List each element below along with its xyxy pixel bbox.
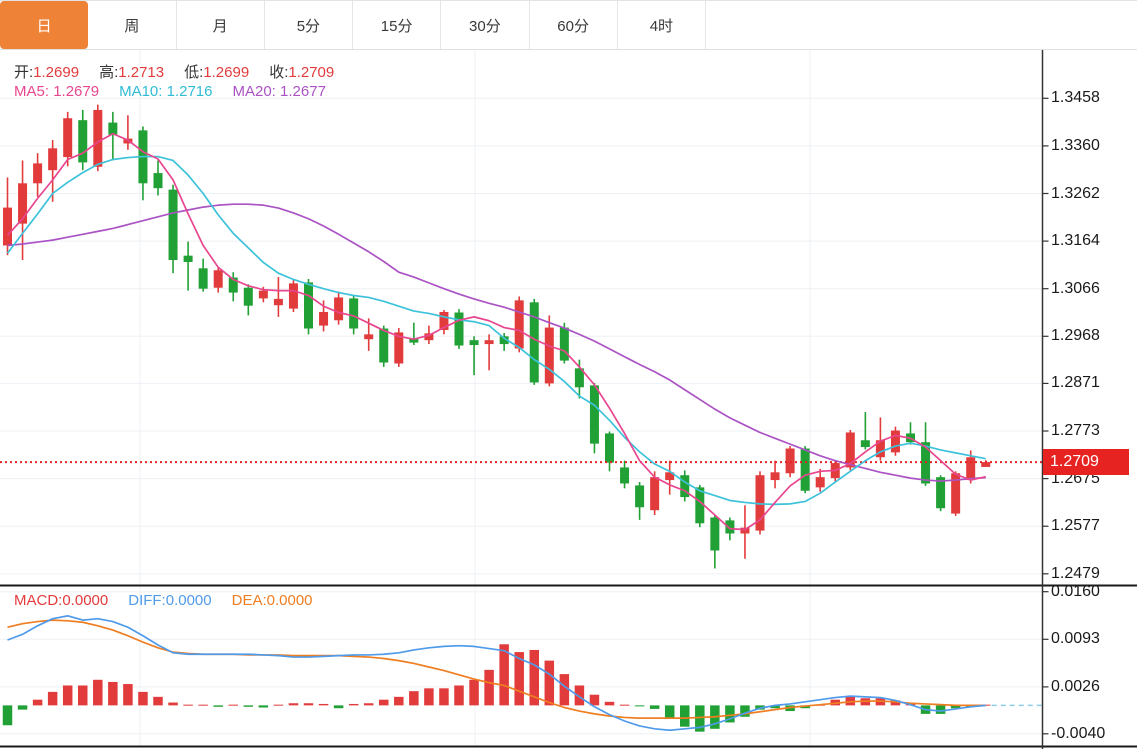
high-label: 高: <box>99 64 118 81</box>
price-axis-label: 1.2968 <box>1051 326 1100 346</box>
ma20-value: 1.2677 <box>280 83 326 100</box>
ma5-label: MA5: <box>14 83 49 100</box>
price-axis-label: 1.3066 <box>1051 279 1100 299</box>
macd-value: 0.0000 <box>62 592 108 609</box>
diff-value: 0.0000 <box>166 592 212 609</box>
open-label: 开: <box>14 64 33 81</box>
open-value: 1.2699 <box>33 64 79 81</box>
tab-month[interactable]: 月 <box>177 1 265 49</box>
close-label: 收: <box>269 64 288 81</box>
macd-label: MACD: <box>14 592 62 609</box>
price-axis-label: 1.2871 <box>1051 373 1100 393</box>
price-axis-label: 1.3360 <box>1051 136 1100 156</box>
price-axis-label: 1.3164 <box>1051 231 1100 251</box>
tab-4hour[interactable]: 4时 <box>618 1 706 49</box>
ma20-label: MA20: <box>233 83 276 100</box>
macd-axis-label: 0.0026 <box>1051 677 1100 697</box>
dea-label: DEA: <box>232 592 267 609</box>
tab-5min[interactable]: 5分 <box>265 1 353 49</box>
price-axis-label: 1.2577 <box>1051 516 1100 536</box>
tab-15min[interactable]: 15分 <box>353 1 441 49</box>
tab-60min[interactable]: 60分 <box>530 1 618 49</box>
tab-week[interactable]: 周 <box>88 1 176 49</box>
macd-axis-label: 0.0160 <box>1051 582 1100 602</box>
legend-ma: MA5: 1.2679 MA10: 1.2716 MA20: 1.2677 <box>14 83 346 100</box>
dea-value: 0.0000 <box>267 592 313 609</box>
low-label: 低: <box>184 64 203 81</box>
legend-macd: MACD:0.0000 DIFF:0.0000 DEA:0.0000 <box>14 592 333 609</box>
diff-label: DIFF: <box>128 592 166 609</box>
current-price-badge: 1.2709 <box>1043 449 1129 475</box>
high-value: 1.2713 <box>118 64 164 81</box>
macd-axis-label: -0.0040 <box>1051 724 1105 744</box>
macd-axis-label: 0.0093 <box>1051 629 1100 649</box>
price-axis-label: 1.3262 <box>1051 184 1100 204</box>
ma10-label: MA10: <box>119 83 162 100</box>
trading-chart-app: 日 周 月 5分 15分 30分 60分 4时 开:1.2699 高:1.271… <box>0 0 1137 749</box>
ma5-value: 1.2679 <box>53 83 99 100</box>
ma10-value: 1.2716 <box>167 83 213 100</box>
interval-tabbar: 日 周 月 5分 15分 30分 60分 4时 <box>0 0 1137 50</box>
tab-day[interactable]: 日 <box>0 1 88 49</box>
low-value: 1.2699 <box>203 64 249 81</box>
price-axis-label: 1.3458 <box>1051 88 1100 108</box>
close-value: 1.2709 <box>288 64 334 81</box>
price-axis-label: 1.2773 <box>1051 421 1100 441</box>
tab-30min[interactable]: 30分 <box>441 1 529 49</box>
legend-ohlc: 开:1.2699 高:1.2713 低:1.2699 收:1.2709 <box>14 61 354 82</box>
chart-canvas[interactable] <box>0 50 1137 749</box>
